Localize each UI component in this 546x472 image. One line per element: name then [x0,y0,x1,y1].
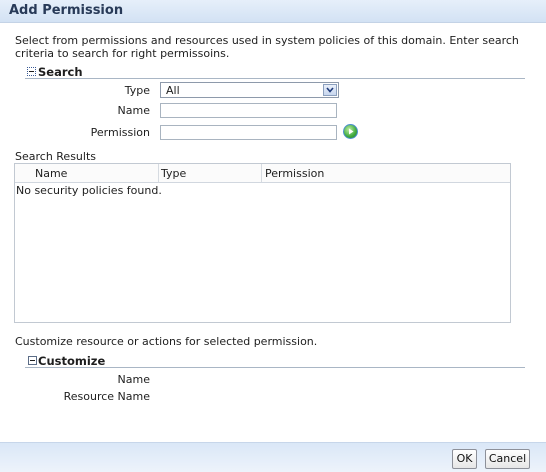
customize-name-label: Name [117,373,150,386]
column-header-type[interactable]: Type [161,167,186,180]
play-arrow-icon [349,128,354,135]
column-header-name[interactable]: Name [35,167,67,180]
cancel-button[interactable]: Cancel [485,449,530,469]
column-divider[interactable] [158,164,159,182]
customize-note: Customize resource or actions for select… [15,335,318,348]
type-select[interactable]: All [160,82,339,98]
type-select-value: All [166,84,180,97]
customize-heading[interactable]: Customize [38,354,105,368]
search-results-table: Name Type Permission No security policie… [14,163,511,323]
customize-divider [25,367,525,368]
intro-text: Select from permissions and resources us… [15,34,519,60]
collapse-search-icon[interactable] [27,67,36,76]
search-go-button[interactable] [343,124,358,139]
dialog-title: Add Permission [9,3,124,18]
name-input[interactable] [160,103,337,118]
name-label: Name [117,104,150,117]
chevron-down-icon[interactable] [323,84,337,96]
search-divider [25,78,525,79]
results-table-header: Name Type Permission [15,164,510,183]
collapse-customize-icon[interactable] [28,356,37,365]
empty-results-message: No security policies found. [16,184,162,197]
type-label: Type [124,84,150,97]
search-heading[interactable]: Search [38,65,83,79]
resource-name-label: Resource Name [63,390,150,403]
permission-label: Permission [90,126,150,139]
column-divider[interactable] [261,164,262,182]
search-results-heading: Search Results [15,150,97,163]
permission-input[interactable] [160,125,337,140]
ok-button[interactable]: OK [452,449,477,469]
column-header-permission[interactable]: Permission [265,167,324,180]
